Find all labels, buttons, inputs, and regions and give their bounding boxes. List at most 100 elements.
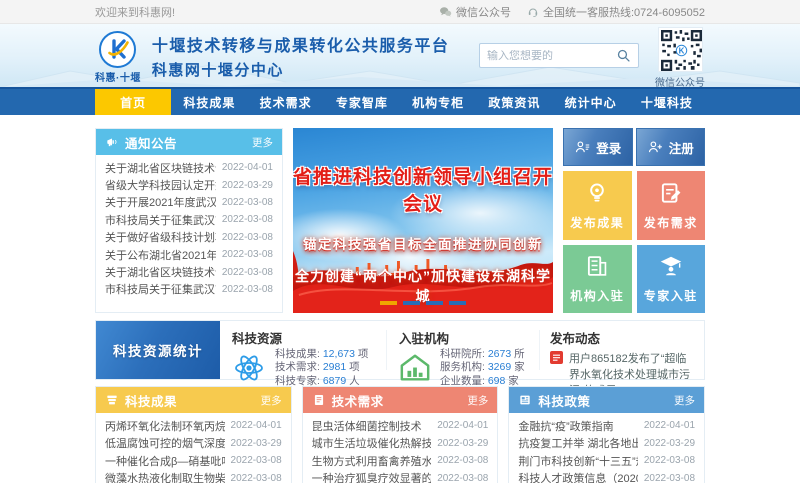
notice-item-title[interactable]: 关于公布湖北省2021年高新技术企业认 xyxy=(105,247,216,263)
topbar: 欢迎来到科惠网! 微信公众号 全国统一客服热线:0724-6095052 xyxy=(0,0,800,24)
newspaper-icon xyxy=(518,393,532,407)
site-title-line1: 十堰技术转移与成果转化公共服务平台 xyxy=(151,37,450,55)
logo-mark-icon xyxy=(99,30,137,68)
hero-carousel[interactable]: 省推进科技创新领导小组召开会议 锚定科技强省目标全面推进协同创新 全力创建“两个… xyxy=(293,128,553,313)
publish-demand-tile[interactable]: 发布需求 xyxy=(636,171,705,240)
carousel-dot[interactable] xyxy=(426,301,443,305)
notice-item-title[interactable]: 关于湖北省区块链技术创新研究院公示 xyxy=(105,160,216,176)
policy-item: 科技人才政策信息（2020年第4期） 2022-03-08 xyxy=(518,470,695,483)
wechat-link[interactable]: 微信公众号 xyxy=(439,4,511,20)
site-header: 科惠·十堰 十堰技术转移与成果转化公共服务平台 科惠网十堰分中心 输入您想要的 … xyxy=(0,24,800,87)
carousel-dot[interactable] xyxy=(449,301,466,305)
demand-item-title[interactable]: 一种治疗狐臭疗效显著的中药外用制剂 xyxy=(312,470,432,483)
expert-join-tile[interactable]: 专家入驻 xyxy=(636,244,705,313)
notice-item: 关于做好省级科技计划项目验收工作的 2022-03-08 xyxy=(105,229,273,246)
notice-more-link[interactable]: 更多 xyxy=(252,135,273,150)
qr-label: 微信公众号 xyxy=(655,77,705,88)
demand-item-date: 2022-03-29 xyxy=(437,437,489,449)
headset-icon xyxy=(527,6,539,18)
policy-item: 金融抗“疫”政策指南 2022-04-01 xyxy=(518,417,695,435)
achievement-item-date: 2022-03-08 xyxy=(230,455,282,467)
demand-item: 昆虫活体细菌控制技术 2022-04-01 xyxy=(312,417,489,435)
notice-item: 市科技局关于征集武汉市人工智能示范 2022-03-08 xyxy=(105,211,273,228)
policies-panel: 科技政策 更多 金融抗“疫”政策指南 2022-04-01 抗疫复工并举 湖北各… xyxy=(508,386,706,483)
stats-section-institutions: 入驻机构 科研院所: 2673 所 服务机构: 3269 家 企业数量: 698… xyxy=(387,321,539,387)
achievement-item: 丙烯环氧化法制环氧丙烷清洁生产技术 2022-04-01 xyxy=(105,417,282,435)
search-icon[interactable] xyxy=(616,48,631,63)
demands-list: 昆虫活体细菌控制技术 2022-04-01 城市生活垃圾催化热解技术及其应用研究… xyxy=(303,413,498,483)
demand-item-title[interactable]: 生物方式利用畜禽养殖水泡粪生产液态有机肥... xyxy=(312,453,432,469)
achievement-item: 微藻水热液化制取生物柴油技术 2022-03-08 xyxy=(105,470,282,483)
stats-section-resources: 科技资源 科技成果: 12,673 项 技术需求: 2981 项 科技专家: 6… xyxy=(220,321,386,387)
notice-item-date: 2022-03-08 xyxy=(221,266,273,278)
notice-item: 关于湖北省区块链技术创新研究院公示 2022-04-01 xyxy=(105,159,273,176)
notice-item: 关于湖北省区块链技术创新研究院公示 2022-03-08 xyxy=(105,263,273,280)
achievement-item-title[interactable]: 一种催化合成β—硝基吡咯衍生物及合成方法 xyxy=(105,453,225,469)
notice-item-title[interactable]: 关于做好省级科技计划项目验收工作的 xyxy=(105,229,216,245)
nav-tab[interactable]: 技术需求 xyxy=(248,89,324,115)
books-icon xyxy=(105,393,119,407)
resources-title: 科技资源 xyxy=(232,332,283,346)
achievement-item-title[interactable]: 丙烯环氧化法制环氧丙烷清洁生产技术 xyxy=(105,418,225,434)
nav-tab[interactable]: 统计中心 xyxy=(553,89,629,115)
institution-join-label: 机构入驻 xyxy=(570,289,625,304)
institutions-stats: 科研院所: 2673 所 服务机构: 3269 家 企业数量: 698 家 xyxy=(440,348,525,388)
site-logo[interactable]: 科惠·十堰 xyxy=(95,30,141,84)
stat-line: 服务机构: 3269 家 xyxy=(440,361,525,374)
notice-item-date: 2022-03-08 xyxy=(221,196,273,208)
institution-join-tile[interactable]: 机构入驻 xyxy=(563,244,632,313)
achievement-item-title[interactable]: 微藻水热液化制取生物柴油技术 xyxy=(105,470,225,483)
search-input[interactable] xyxy=(487,49,616,62)
policy-item-title[interactable]: 科技人才政策信息（2020年第4期） xyxy=(518,470,638,483)
register-button[interactable]: 注册 xyxy=(635,128,705,166)
site-titles: 十堰技术转移与成果转化公共服务平台 科惠网十堰分中心 xyxy=(152,32,450,80)
demand-item-title[interactable]: 昆虫活体细菌控制技术 xyxy=(312,418,432,434)
notice-item-title[interactable]: 关于开展2021年度武汉地区科技统计调 xyxy=(105,194,216,210)
policies-more-link[interactable]: 更多 xyxy=(674,393,695,408)
notice-panel: 通知公告 更多 关于湖北省区块链技术创新研究院公示 2022-04-01 省级大… xyxy=(95,128,283,313)
nav-tab[interactable]: 十堰科技 xyxy=(629,89,705,115)
welcome-text: 欢迎来到科惠网! xyxy=(95,6,176,19)
expert-join-label: 专家入驻 xyxy=(643,289,698,304)
qr-code: K xyxy=(657,26,703,72)
carousel-dot[interactable] xyxy=(403,301,420,305)
demand-item-title[interactable]: 城市生活垃圾催化热解技术及其应用研究 xyxy=(312,435,432,451)
notice-item: 关于开展2021年度武汉地区科技统计调 2022-03-08 xyxy=(105,194,273,211)
publish-achievement-tile[interactable]: 发布成果 xyxy=(563,171,632,240)
nav-tab[interactable]: 首页 xyxy=(95,89,172,115)
feed-title: 发布动态 xyxy=(550,332,601,346)
bulb-icon xyxy=(584,180,610,206)
nav-tab[interactable]: 机构专柜 xyxy=(400,89,476,115)
notice-item-title[interactable]: 省级大学科技园认定开始了！ xyxy=(105,177,216,193)
house-chart-icon xyxy=(399,352,431,384)
achievement-item-title[interactable]: 低温腐蚀可控的烟气深度冷却技术及应用 xyxy=(105,435,225,451)
stats-band: 科技资源统计 科技资源 科技成果: 12,673 项 技术需求: 2981 项 … xyxy=(95,320,705,397)
nav-tab[interactable]: 科技成果 xyxy=(171,89,247,115)
notice-item-title[interactable]: 市科技局关于征集武汉市人工智能示范 xyxy=(105,212,216,228)
carousel-dot[interactable] xyxy=(380,301,397,305)
graduate-icon xyxy=(658,253,684,279)
policies-list: 金融抗“疫”政策指南 2022-04-01 抗疫复工并举 湖北各地出台利企惠民政… xyxy=(509,413,704,483)
login-button[interactable]: 登录 xyxy=(563,128,633,166)
stat-line: 科研院所: 2673 所 xyxy=(440,348,525,360)
megaphone-icon xyxy=(105,135,119,149)
notice-item-title[interactable]: 关于湖北省区块链技术创新研究院公示 xyxy=(105,264,216,280)
achievement-item-date: 2022-03-29 xyxy=(230,437,282,449)
notice-list: 关于湖北省区块链技术创新研究院公示 2022-04-01 省级大学科技园认定开始… xyxy=(96,155,282,298)
nav-tab[interactable]: 专家智库 xyxy=(324,89,400,115)
policy-item-title[interactable]: 荆门市科技创新“十三五”规划 xyxy=(518,453,638,469)
policy-item: 荆门市科技创新“十三五”规划 2022-03-08 xyxy=(518,452,695,470)
demands-more-link[interactable]: 更多 xyxy=(467,393,488,408)
policy-item-title[interactable]: 金融抗“疫”政策指南 xyxy=(518,418,638,434)
policy-item-title[interactable]: 抗疫复工并举 湖北各地出台利企惠民政策 xyxy=(518,435,638,451)
achievements-more-link[interactable]: 更多 xyxy=(261,393,282,408)
demand-item-date: 2022-03-08 xyxy=(437,455,489,467)
site-title-line2: 科惠网十堰分中心 xyxy=(151,62,284,79)
notice-title: 通知公告 xyxy=(125,136,178,151)
notice-panel-header: 通知公告 更多 xyxy=(96,129,282,155)
wechat-label: 微信公众号 xyxy=(455,6,511,19)
achievements-title: 科技成果 xyxy=(125,394,178,409)
nav-tab[interactable]: 政策资讯 xyxy=(476,89,552,115)
notice-item: 省级大学科技园认定开始了！ 2022-03-29 xyxy=(105,176,273,193)
notice-item-title[interactable]: 市科技局关于征集武汉市人工智能示范 xyxy=(105,281,216,297)
